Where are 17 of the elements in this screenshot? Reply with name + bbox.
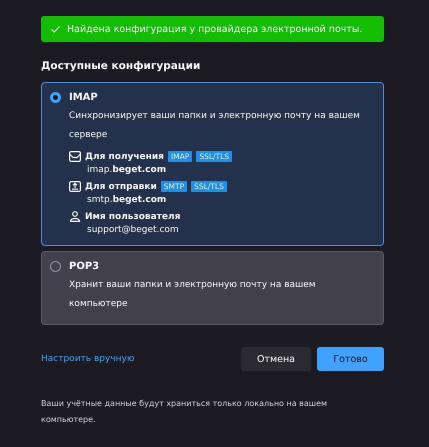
config-description: Синхронизирует ваши папки и электронную почту на вашем сервере (69, 110, 361, 142)
config-name: POP3 (69, 260, 100, 274)
banner-text: Найдена конфигурация у провайдера электронной почты. (67, 24, 362, 34)
detail-value: imap.beget.com (87, 165, 168, 175)
config-name: IMAP (69, 91, 99, 105)
manual-setup-link[interactable]: Настроить вручную (41, 354, 235, 364)
detail-value: smtp.beget.com (87, 195, 168, 205)
section-heading: Доступные конфигурации (41, 60, 202, 72)
detail-label: Для получения (85, 152, 164, 162)
done-button[interactable]: Готово (317, 347, 384, 371)
config-option[interactable]: POP3 Хранит ваши папки и электронную почту на вашем компьютере (41, 251, 384, 325)
detail-label: Имя пользователя (85, 212, 180, 222)
footer-note: Ваши учётные данные будут храниться только локально на вашем компьютере. (41, 398, 328, 426)
cancel-button[interactable]: Отмена (240, 347, 311, 371)
detail-value: support@beget.com (87, 225, 180, 235)
detail-label: Для отправки (85, 182, 157, 192)
config-description: Хранит ваши папки и электронную почту на вашем компьютере (69, 279, 317, 311)
